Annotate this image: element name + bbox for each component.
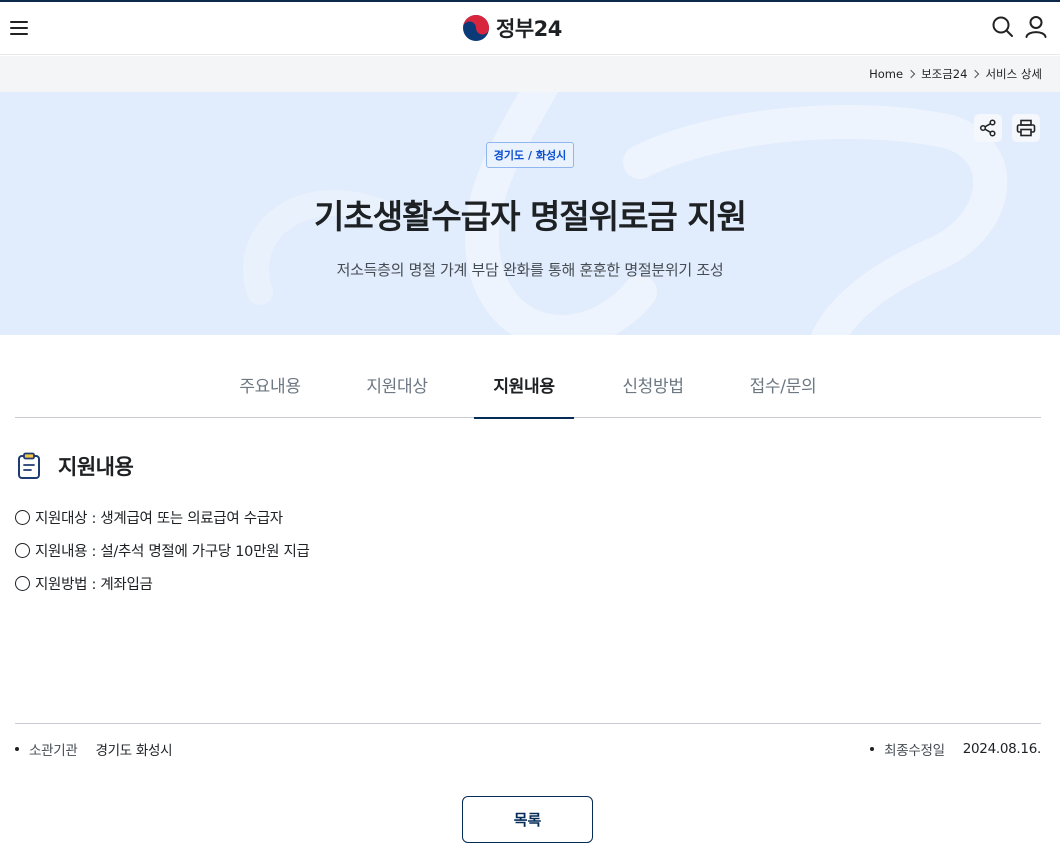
share-icon (979, 119, 996, 137)
circle-bullet-icon (15, 543, 30, 558)
list-item: 지원내용 : 설/추석 명절에 가구당 10만원 지급 (15, 534, 310, 567)
circle-bullet-icon (15, 576, 30, 591)
list-button[interactable]: 목록 (462, 796, 593, 843)
tab-main-content[interactable]: 주요내용 (225, 372, 315, 418)
circle-bullet-icon (15, 510, 30, 525)
logo-text: 정부24 (496, 17, 562, 41)
clipboard-icon (18, 452, 40, 479)
breadcrumb-bar: Home 보조금24 서비스 상세 (0, 56, 1060, 92)
tab-inquiry[interactable]: 접수/문의 (735, 372, 831, 418)
user-icon[interactable] (1023, 14, 1049, 40)
bullet-dot-icon (15, 747, 19, 751)
tab-application-method[interactable]: 신청방법 (608, 372, 698, 418)
print-icon (1016, 119, 1036, 137)
support-content-list: 지원대상 : 생계급여 또는 의료급여 수급자 지원내용 : 설/추석 명절에 … (15, 501, 310, 600)
list-item: 지원방법 : 계좌입금 (15, 567, 310, 600)
taegeuk-logo-icon (463, 15, 489, 41)
list-item-text: 지원내용 : 설/추석 명절에 가구당 10만원 지급 (35, 544, 310, 560)
agency-info: 소관기관 경기도 화성시 (15, 739, 173, 759)
page-title: 기초생활수급자 명절위로금 지원 (313, 197, 747, 236)
list-item-text: 지원대상 : 생계급여 또는 의료급여 수급자 (35, 511, 283, 527)
bullet-dot-icon (870, 747, 875, 751)
chevron-right-icon (906, 69, 916, 79)
section-header: 지원내용 (16, 451, 134, 481)
region-badge: 경기도 / 화성시 (485, 142, 575, 168)
breadcrumb-subsidy24[interactable]: 보조금24 (921, 66, 967, 82)
footer-divider (15, 723, 1041, 724)
search-icon[interactable] (990, 14, 1016, 40)
tab-support-content[interactable]: 지원내용 (474, 372, 574, 419)
region-badge-wrap: 경기도 / 화성시 (0, 142, 1060, 168)
agency-value: 경기도 화성시 (95, 743, 173, 759)
last-updated-info: 최종수정일 2024.08.16. (870, 739, 1041, 759)
page-subtitle: 저소득층의 명절 가계 부담 완화를 통해 훈훈한 명절분위기 조성 (336, 261, 724, 279)
last-updated-label: 최종수정일 (884, 743, 945, 759)
tab-eligibility[interactable]: 지원대상 (352, 372, 442, 418)
hamburger-icon[interactable] (8, 16, 32, 40)
list-item: 지원대상 : 생계급여 또는 의료급여 수급자 (15, 501, 310, 534)
site-header: 정부24 (0, 2, 1060, 55)
share-button[interactable] (974, 114, 1002, 142)
breadcrumb-current: 서비스 상세 (985, 67, 1042, 81)
content-tabs: 주요내용 지원대상 지원내용 신청방법 접수/문의 (15, 355, 1041, 419)
list-item-text: 지원방법 : 계좌입금 (35, 577, 153, 593)
print-button[interactable] (1012, 114, 1040, 142)
hero-banner: 경기도 / 화성시 기초생활수급자 명절위로금 지원 저소득층의 명절 가계 부… (0, 92, 1060, 335)
breadcrumb-home[interactable]: Home (869, 67, 903, 81)
last-updated-value: 2024.08.16. (962, 741, 1042, 757)
agency-label: 소관기관 (29, 743, 78, 759)
breadcrumb: Home 보조금24 서비스 상세 (869, 66, 1042, 82)
chevron-right-icon (971, 69, 980, 79)
section-title: 지원내용 (58, 455, 134, 479)
site-logo[interactable]: 정부24 (462, 12, 562, 44)
